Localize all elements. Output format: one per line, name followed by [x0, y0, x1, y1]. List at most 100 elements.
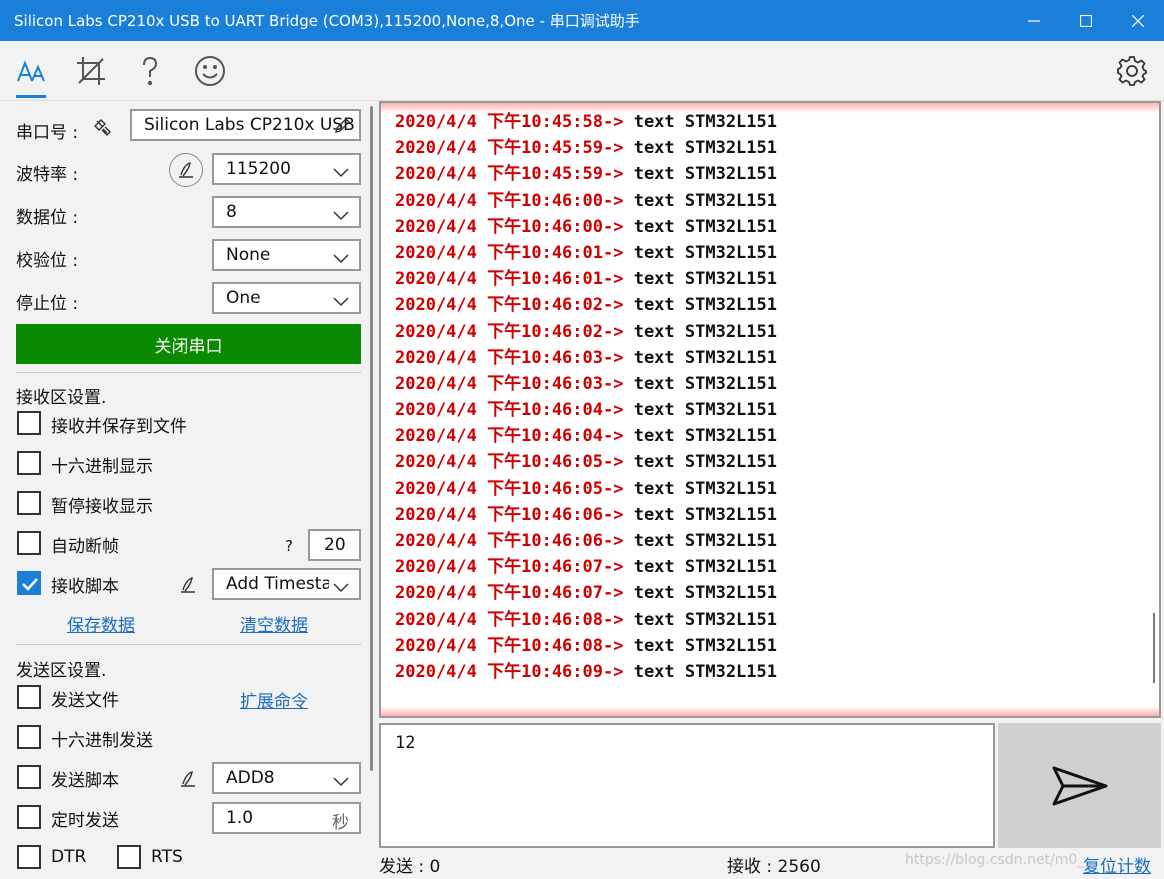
- receive-message: text STM32L151: [623, 216, 777, 237]
- receive-timestamp: 2020/4/4 下午10:46:01->: [395, 269, 624, 290]
- auto-frame-value: 20: [324, 535, 346, 555]
- receive-scrollbar[interactable]: [1153, 613, 1155, 683]
- hex-send-checkbox[interactable]: [17, 725, 41, 749]
- receive-line: 2020/4/4 下午10:46:09-> text STM32L151: [395, 659, 777, 685]
- stopbits-select[interactable]: One: [212, 282, 361, 314]
- receive-line: 2020/4/4 下午10:46:00-> text STM32L151: [395, 214, 777, 240]
- receive-glow-bottom: [381, 706, 1159, 716]
- receive-line: 2020/4/4 下午10:45:59-> text STM32L151: [395, 161, 777, 187]
- pen-icon: [181, 576, 195, 593]
- receive-message: text STM32L151: [623, 321, 777, 342]
- baud-select-value: 115200: [226, 159, 291, 179]
- parity-select[interactable]: None: [212, 239, 361, 271]
- receive-timestamp: 2020/4/4 下午10:46:00->: [395, 190, 624, 211]
- ext-command-link[interactable]: 扩展命令: [240, 687, 308, 712]
- receive-message: text STM32L151: [623, 661, 777, 682]
- rx-script-select[interactable]: Add Timesta: [212, 568, 361, 600]
- receive-message: text STM32L151: [623, 557, 777, 578]
- rts-checkbox[interactable]: [117, 845, 141, 869]
- settings-button[interactable]: [1112, 51, 1152, 91]
- parity-label: 校验位 :: [16, 251, 79, 271]
- baud-custom-button[interactable]: [169, 153, 203, 187]
- reset-count-link[interactable]: 复位计数: [1083, 852, 1151, 877]
- tx-script-select-value: ADD8: [226, 768, 275, 788]
- baud-select[interactable]: 115200: [212, 153, 361, 185]
- help-icon: [143, 56, 158, 86]
- tx-script-edit-button[interactable]: [178, 769, 198, 793]
- active-tool-indicator: [16, 95, 46, 98]
- save-to-file-label: 接收并保存到文件: [51, 417, 187, 437]
- help-tool-button[interactable]: [130, 51, 170, 91]
- hex-display-checkbox[interactable]: [17, 451, 41, 475]
- toolbar: [0, 41, 1164, 101]
- receive-message: text STM32L151: [623, 373, 777, 394]
- received-count: 接收 : 2560: [727, 857, 821, 877]
- tx-script-checkbox[interactable]: [17, 765, 41, 789]
- receive-timestamp: 2020/4/4 下午10:46:03->: [395, 373, 624, 394]
- tx-script-select[interactable]: ADD8: [212, 762, 361, 794]
- tx-script-label: 发送脚本: [51, 771, 119, 791]
- gear-icon: [1117, 56, 1147, 86]
- auto-frame-help[interactable]: ?: [285, 537, 293, 555]
- send-button[interactable]: [998, 723, 1161, 848]
- port-label: 串口号 :: [16, 123, 79, 143]
- settings-panel: 串口号 : Silicon Labs CP210x USB 波特率 : 1152…: [0, 101, 375, 879]
- send-settings-heading: 发送区设置.: [16, 661, 107, 681]
- send-input[interactable]: 12: [379, 723, 995, 848]
- receive-line: 2020/4/4 下午10:46:02-> text STM32L151: [395, 292, 777, 318]
- crop-tool-button[interactable]: [71, 51, 111, 91]
- send-file-checkbox[interactable]: [17, 685, 41, 709]
- font-icon: [17, 60, 45, 82]
- receive-message: text STM32L151: [623, 190, 777, 211]
- databits-select[interactable]: 8: [212, 196, 361, 228]
- pause-display-checkbox[interactable]: [17, 491, 41, 515]
- receive-line: 2020/4/4 下午10:46:04-> text STM32L151: [395, 397, 777, 423]
- rx-script-edit-button[interactable]: [178, 575, 198, 599]
- close-button[interactable]: [1112, 0, 1164, 41]
- send-input-text: 12: [395, 733, 416, 753]
- auto-frame-checkbox[interactable]: [17, 531, 41, 555]
- smiley-tool-button[interactable]: [190, 51, 230, 91]
- receive-message: text STM32L151: [623, 426, 777, 447]
- receive-message: text STM32L151: [623, 138, 777, 159]
- receive-timestamp: 2020/4/4 下午10:45:58->: [395, 112, 624, 132]
- rx-script-checkbox[interactable]: [17, 571, 41, 595]
- close-port-button[interactable]: 关闭串口: [16, 324, 361, 364]
- settings-scrollbar[interactable]: [370, 106, 373, 771]
- rx-script-label: 接收脚本: [51, 577, 119, 597]
- pen-icon: [179, 161, 193, 178]
- receive-timestamp: 2020/4/4 下午10:46:00->: [395, 216, 624, 237]
- timed-send-checkbox[interactable]: [17, 805, 41, 829]
- receive-timestamp: 2020/4/4 下午10:46:02->: [395, 321, 624, 342]
- timed-send-input[interactable]: 1.0 秒: [212, 802, 361, 834]
- divider: [16, 372, 361, 373]
- save-to-file-checkbox[interactable]: [17, 411, 41, 435]
- minimize-button[interactable]: [1008, 0, 1060, 41]
- chevron-down-icon: [333, 772, 349, 792]
- receive-line: 2020/4/4 下午10:45:59-> text STM32L151: [395, 135, 777, 161]
- maximize-button[interactable]: [1060, 0, 1112, 41]
- receive-line: 2020/4/4 下午10:46:05-> text STM32L151: [395, 476, 777, 502]
- receive-timestamp: 2020/4/4 下午10:46:04->: [395, 426, 624, 447]
- receive-timestamp: 2020/4/4 下午10:46:06->: [395, 531, 624, 551]
- receive-line: 2020/4/4 下午10:46:04-> text STM32L151: [395, 423, 777, 449]
- port-scan-button[interactable]: [93, 117, 113, 141]
- port-select[interactable]: Silicon Labs CP210x USB: [130, 109, 361, 141]
- receive-line: 2020/4/4 下午10:46:05-> text STM32L151: [395, 449, 777, 475]
- clear-data-link[interactable]: 清空数据: [240, 611, 308, 636]
- receive-timestamp: 2020/4/4 下午10:46:07->: [395, 557, 624, 578]
- parity-select-value: None: [226, 245, 271, 265]
- checkmark-icon: [22, 578, 38, 591]
- receive-timestamp: 2020/4/4 下午10:46:09->: [395, 661, 624, 682]
- receive-area[interactable]: 2020/4/4 下午10:45:58-> text STM32L151 2020…: [379, 101, 1161, 718]
- dtr-checkbox[interactable]: [17, 845, 41, 869]
- smiley-icon: [195, 56, 225, 86]
- receive-line: 2020/4/4 下午10:46:03-> text STM32L151: [395, 345, 777, 371]
- auto-frame-label: 自动断帧: [51, 537, 119, 557]
- auto-frame-input[interactable]: 20: [308, 529, 361, 561]
- receive-message: text STM32L151: [623, 269, 777, 290]
- chevron-down-icon: [333, 163, 349, 183]
- font-tool-button[interactable]: [11, 51, 51, 91]
- receive-line: 2020/4/4 下午10:46:06-> text STM32L151: [395, 502, 777, 528]
- save-data-link[interactable]: 保存数据: [67, 611, 135, 636]
